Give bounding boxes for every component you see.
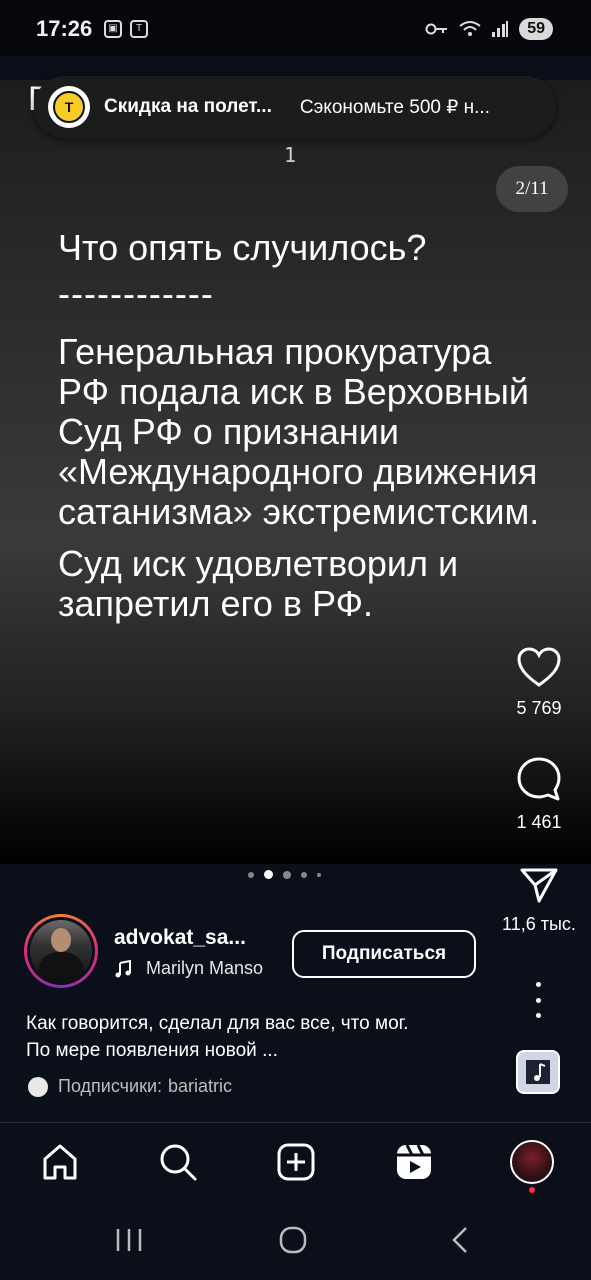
status-time: 17:26 [36,16,93,41]
comment-count: 1 461 [516,812,562,832]
carousel-dot [301,871,307,878]
promo-title: Скидка на полет... [104,96,272,117]
like-button[interactable]: 5 769 [506,646,572,719]
music-title: Marilyn Manso [146,958,264,978]
follower-avatar [28,1076,48,1097]
nav-search-button[interactable] [156,1140,200,1184]
promo-banner[interactable]: T Скидка на полет... Сэкономьте 500 ₽ н.… [34,76,556,138]
follower-name: bariatric [168,1076,233,1096]
like-count: 5 769 [516,698,562,718]
search-icon [160,1144,197,1181]
carousel-dot-active [264,870,273,879]
author-avatar[interactable] [24,914,98,988]
slide-number: 1 [284,143,297,167]
post-paragraph-2: Суд иск удовлетворил и запретил его в РФ… [58,543,459,624]
promo-subtitle: Сэкономьте 500 ₽ н... [299,96,490,118]
send-icon [520,868,558,903]
battery-indicator: 59 [519,18,553,40]
nav-home-button[interactable] [38,1140,82,1184]
caption-line-2: По мере появления новой ... [26,1040,278,1061]
status-notification-icons: ▣ T [104,20,148,38]
post-text: Что опять случилось? ------------ Генера… [58,228,548,636]
carousel-dot [283,870,291,879]
post-title: Что опять случилось? [58,227,427,268]
promo-logo: T [48,86,90,128]
caption-line-1: Как говорится, сделал для вас все, что м… [26,1013,409,1034]
key-icon [425,23,448,35]
followers-label: Подписчики: [58,1076,163,1096]
comment-icon [517,757,561,801]
wifi-icon [459,21,481,36]
post-divider: ------------ [58,273,214,314]
bank-logo-icon: T [53,91,85,123]
notification-dot [529,1187,535,1193]
recent-apps-button[interactable] [114,1222,144,1258]
nav-reels-button[interactable] [392,1140,436,1184]
screenshot-icon: ▣ [104,20,122,38]
more-dot [535,982,541,987]
status-right: 59 [425,18,553,40]
music-note-icon [115,959,131,977]
carousel-dot [248,871,254,878]
app-notification-icon: T [130,20,148,38]
heart-icon [517,647,561,687]
home-system-button[interactable] [278,1222,308,1258]
status-bar: 17:26 ▣ T 59 [0,0,591,56]
carousel-dot [317,872,321,877]
more-dot [535,1013,541,1018]
plus-square-icon [277,1143,315,1181]
carousel-indicator [248,870,321,879]
share-button[interactable]: 11,6 тыс. [496,866,582,935]
music-info[interactable]: Marilyn Manso [114,958,263,979]
back-button[interactable] [448,1222,472,1258]
reels-icon [397,1144,431,1179]
nav-create-button[interactable] [274,1140,318,1184]
nav-profile-avatar[interactable] [510,1140,554,1184]
more-dot [535,997,541,1003]
audio-thumbnail[interactable] [516,1050,560,1094]
music-note-icon [526,1060,550,1084]
more-options-button[interactable] [528,982,548,1018]
post-caption[interactable]: Как говорится, сделал для вас все, что м… [26,1010,516,1064]
share-count: 11,6 тыс. [502,914,576,934]
recent-apps-icon [116,1229,142,1251]
comment-button[interactable]: 1 461 [506,756,572,833]
home-icon [43,1144,77,1180]
follow-button[interactable]: Подписаться [292,930,476,978]
back-chevron-icon [452,1227,467,1253]
followers-row[interactable]: Подписчики: bariatric [28,1076,232,1097]
page-counter: 2/11 [496,166,568,212]
post-paragraph-1: Генеральная прокуратура РФ подала иск в … [58,331,540,532]
home-circle-icon [279,1226,307,1254]
signal-icon [492,21,509,37]
author-username[interactable]: advokat_sa... [114,926,246,950]
